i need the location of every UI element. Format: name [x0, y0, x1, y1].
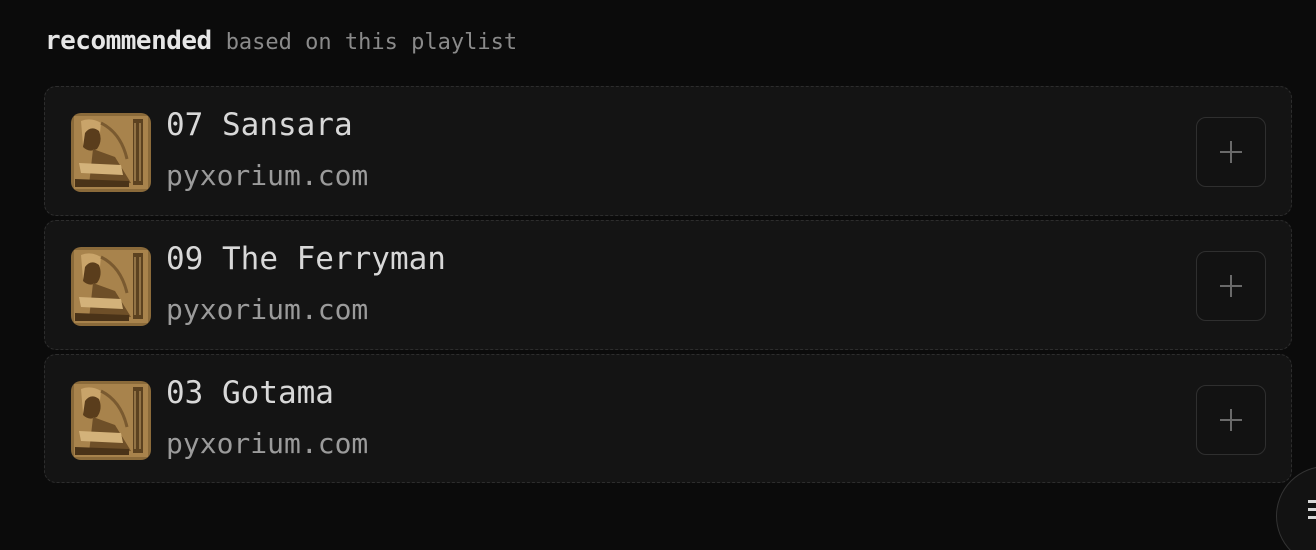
recommendations-panel: recommended based on this playlist 07 Sa… [0, 0, 1316, 550]
add-icon [1220, 275, 1242, 297]
track-title[interactable]: 09 The Ferryman [166, 241, 446, 277]
list-item[interactable]: 09 The Ferryman pyxorium.com [44, 220, 1292, 350]
album-art-icon [71, 381, 151, 460]
section-header: recommended based on this playlist [45, 26, 517, 56]
add-button[interactable] [1196, 117, 1266, 187]
track-title[interactable]: 03 Gotama [166, 375, 334, 411]
album-art-icon [71, 247, 151, 326]
list-item[interactable]: 03 Gotama pyxorium.com [44, 354, 1292, 483]
menu-icon [1308, 500, 1316, 520]
track-source: pyxorium.com [166, 293, 369, 326]
album-art-icon [71, 113, 151, 192]
add-button[interactable] [1196, 251, 1266, 321]
section-subtitle: based on this playlist [225, 30, 518, 55]
track-title[interactable]: 07 Sansara [166, 107, 353, 143]
list-item[interactable]: 07 Sansara pyxorium.com [44, 86, 1292, 216]
recommendation-list: 07 Sansara pyxorium.com 09 The Ferryman … [44, 86, 1292, 487]
track-source: pyxorium.com [166, 159, 369, 192]
add-icon [1220, 409, 1242, 431]
section-title: recommended [45, 26, 212, 56]
add-icon [1220, 141, 1242, 163]
add-button[interactable] [1196, 385, 1266, 455]
track-source: pyxorium.com [166, 427, 369, 460]
